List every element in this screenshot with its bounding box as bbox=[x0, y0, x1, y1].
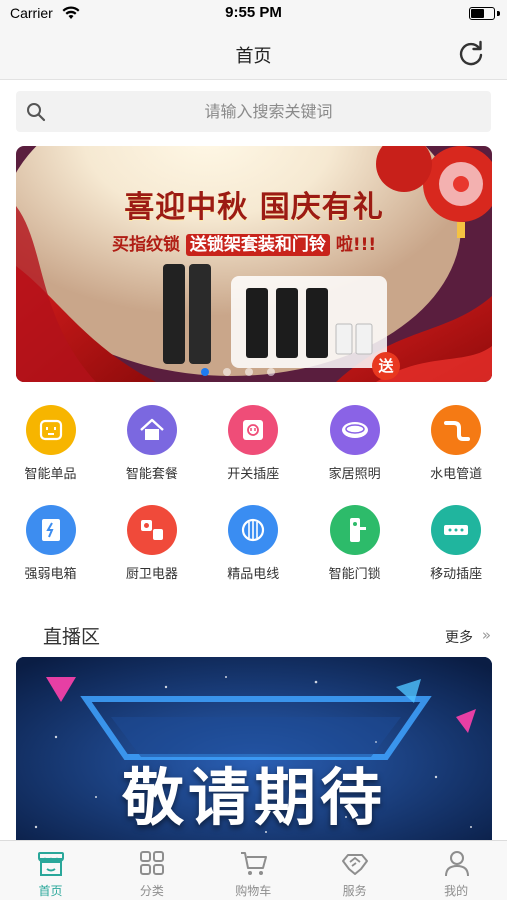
double-chevron-right-icon[interactable]: » bbox=[482, 626, 491, 644]
cable-reel-icon bbox=[228, 505, 279, 555]
pipe-icon bbox=[431, 405, 482, 455]
carousel-dot[interactable] bbox=[201, 368, 209, 376]
category-label: 开关插座 bbox=[227, 467, 280, 482]
category-item[interactable]: 水电管道 bbox=[406, 405, 507, 482]
banner-subtitle: 买指纹锁 送锁架套装和门铃 啦!!! bbox=[112, 230, 377, 256]
carousel-dot[interactable] bbox=[267, 368, 275, 376]
category-item[interactable]: 开关插座 bbox=[203, 405, 304, 482]
tab-item[interactable]: 分类 bbox=[101, 841, 202, 900]
category-item[interactable]: 强弱电箱 bbox=[0, 505, 101, 582]
category-label: 强弱电箱 bbox=[24, 567, 77, 582]
live-banner-text: 敬请期待 bbox=[121, 761, 386, 834]
carousel-dot[interactable] bbox=[223, 368, 231, 376]
cart-icon bbox=[240, 852, 267, 875]
tab-item[interactable]: 购物车 bbox=[203, 841, 304, 900]
tab-label: 我的 bbox=[444, 884, 469, 898]
tab-item[interactable]: 首页 bbox=[0, 841, 101, 900]
promo-banner[interactable]: 喜迎中秋 国庆有礼 买指纹锁 送锁架套装和门铃 啦!!! 送 bbox=[16, 146, 492, 382]
category-item[interactable]: 智能门锁 bbox=[304, 505, 405, 582]
grid-icon bbox=[140, 851, 165, 875]
category-label: 厨卫电器 bbox=[125, 567, 178, 582]
category-item[interactable]: 智能单品 bbox=[0, 405, 101, 482]
door-lock-icon bbox=[329, 505, 380, 555]
live-banner[interactable]: 敬请期待 bbox=[16, 657, 492, 847]
tab-bar: 首页 分类 购物车 服务 我的 bbox=[0, 840, 507, 900]
search-icon bbox=[27, 103, 46, 122]
page-title: 首页 bbox=[235, 46, 272, 67]
category-label: 家居照明 bbox=[328, 467, 381, 482]
category-item[interactable]: 移动插座 bbox=[406, 505, 507, 582]
tab-label: 首页 bbox=[38, 884, 63, 898]
carousel-dot[interactable] bbox=[245, 368, 253, 376]
ceiling-lamp-icon bbox=[329, 405, 380, 455]
category-item[interactable]: 精品电线 bbox=[203, 505, 304, 582]
gift-badge: 送 bbox=[372, 352, 400, 380]
category-label: 移动插座 bbox=[430, 567, 483, 582]
banner-sub-before: 买指纹锁 bbox=[112, 235, 180, 255]
kitchen-appliance-icon bbox=[126, 505, 177, 555]
smart-socket-icon bbox=[25, 405, 76, 455]
category-label: 精品电线 bbox=[227, 567, 280, 582]
house-icon bbox=[126, 405, 177, 455]
category-label: 智能单品 bbox=[24, 467, 77, 482]
more-link[interactable]: 更多 bbox=[445, 627, 473, 647]
category-item[interactable]: 智能套餐 bbox=[101, 405, 202, 482]
live-section-header: 直播区 更多 » bbox=[0, 612, 507, 656]
live-section-title: 直播区 bbox=[43, 626, 101, 648]
wall-outlet-icon bbox=[228, 405, 279, 455]
search-bar[interactable] bbox=[16, 91, 491, 132]
clock: 9:55 PM bbox=[225, 4, 282, 21]
handshake-icon bbox=[342, 854, 369, 875]
battery-level bbox=[471, 9, 484, 18]
tab-label: 服务 bbox=[342, 884, 367, 898]
banner-headline: 喜迎中秋 国庆有礼 bbox=[124, 190, 384, 225]
category-item[interactable]: 厨卫电器 bbox=[101, 505, 202, 582]
user-icon bbox=[444, 851, 469, 877]
banner-sub-after: 啦!!! bbox=[335, 235, 377, 255]
tab-label: 分类 bbox=[139, 884, 164, 898]
category-item[interactable]: 家居照明 bbox=[304, 405, 405, 482]
category-label: 水电管道 bbox=[430, 467, 483, 482]
tab-item[interactable]: 我的 bbox=[406, 841, 507, 900]
power-strip-icon bbox=[431, 505, 482, 555]
status-bar: Carrier 9:55 PM bbox=[0, 0, 507, 28]
battery-icon bbox=[469, 7, 495, 20]
search-input[interactable] bbox=[56, 91, 481, 132]
category-label: 智能门锁 bbox=[328, 567, 381, 582]
nav-bar: 首页 bbox=[0, 28, 507, 80]
banner-sub-highlight: 送锁架套装和门铃 bbox=[185, 234, 330, 256]
category-label: 智能套餐 bbox=[125, 467, 178, 482]
shop-icon bbox=[38, 852, 64, 876]
refresh-icon[interactable] bbox=[457, 39, 485, 67]
electric-box-icon bbox=[25, 505, 76, 555]
tab-item[interactable]: 服务 bbox=[304, 841, 405, 900]
tab-label: 购物车 bbox=[235, 884, 272, 898]
battery-tip bbox=[497, 11, 500, 16]
